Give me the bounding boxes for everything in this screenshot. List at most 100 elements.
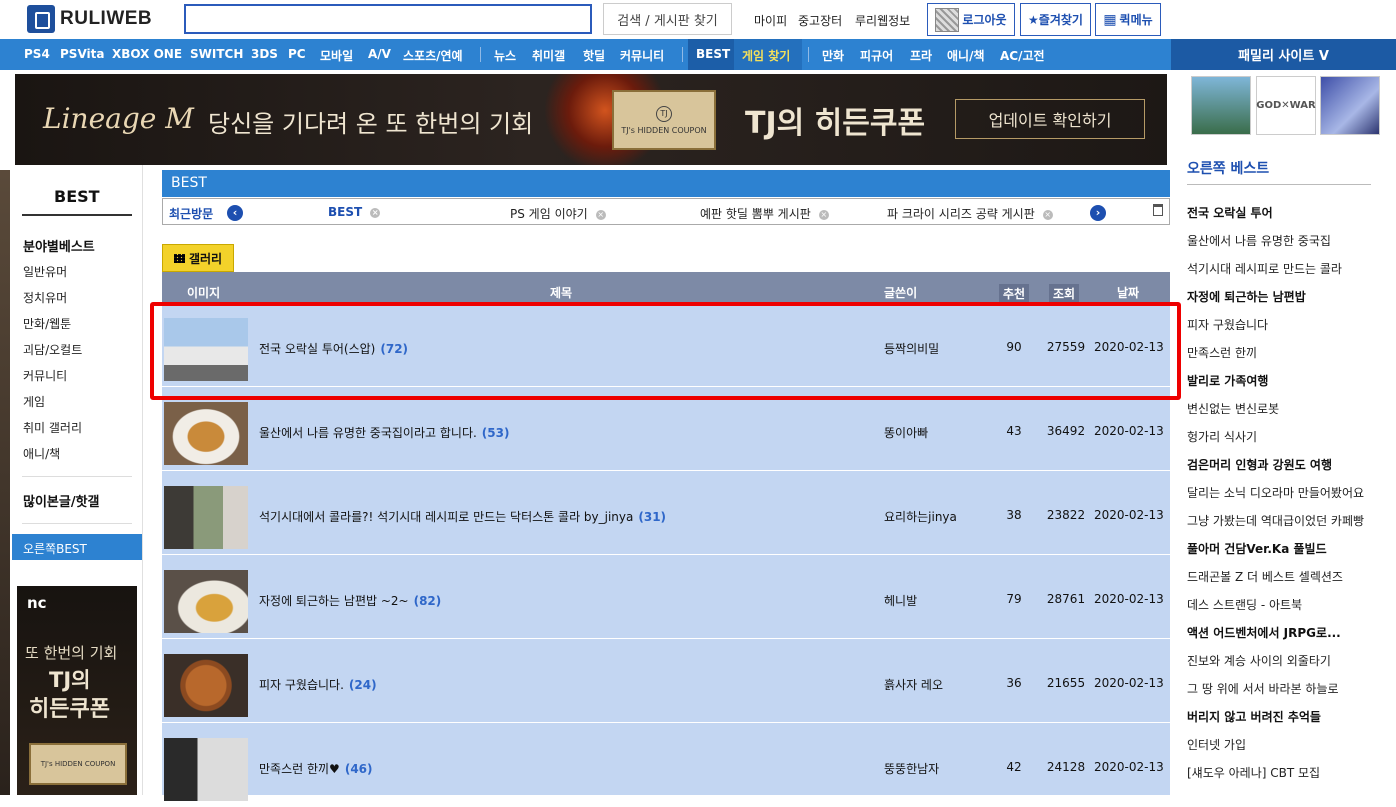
right-best-item[interactable]: 진보와 계승 사이의 외줄타기: [1187, 652, 1331, 669]
market-link[interactable]: 중고장터: [798, 12, 842, 29]
nav-best[interactable]: BEST: [696, 47, 730, 61]
right-best-item[interactable]: 변신없는 변신로봇: [1187, 400, 1279, 417]
search-button[interactable]: 검색 / 게시판 찾기: [603, 3, 732, 35]
col-recommend[interactable]: 추천: [999, 284, 1030, 303]
family-site-button[interactable]: 패밀리 사이트 V: [1171, 39, 1396, 70]
quickmenu-button[interactable]: ▦ 퀵메뉴: [1095, 3, 1161, 36]
next-arrow-icon[interactable]: ›: [1090, 205, 1106, 221]
right-best-item[interactable]: 달리는 소닉 디오라마 만들어봤어요: [1187, 484, 1364, 501]
recent-tab[interactable]: PS 게임 이야기 ×: [510, 205, 606, 222]
close-icon[interactable]: ×: [595, 210, 606, 220]
close-icon[interactable]: ×: [370, 208, 381, 218]
search-input[interactable]: [184, 4, 592, 34]
right-best-item[interactable]: 액션 어드벤처에서 JRPG로...: [1187, 624, 1341, 641]
farcry-thumbnail[interactable]: [1191, 76, 1251, 135]
right-best-item[interactable]: 울산에서 나름 유명한 중국집: [1187, 232, 1331, 249]
recent-tab[interactable]: BEST ×: [328, 205, 381, 219]
nav-game-search[interactable]: 게임 찾기: [742, 47, 790, 64]
sidebar-item-community[interactable]: 커뮤니티: [23, 367, 67, 384]
prev-arrow-icon[interactable]: ‹: [227, 205, 243, 221]
table-row[interactable]: 자정에 퇴근하는 남편밥 ~2~ (82) 헤니발 79 28761 2020-0…: [162, 556, 1170, 639]
table-row[interactable]: 울산에서 나름 유명한 중국집이라고 합니다. (53) 똥이아빠 43 3649…: [162, 388, 1170, 471]
nav-pc[interactable]: PC: [288, 47, 306, 61]
nav-news[interactable]: 뉴스: [494, 47, 516, 64]
right-best-item[interactable]: 피자 구웠습니다: [1187, 316, 1268, 333]
post-title[interactable]: 피자 구웠습니다. (24): [259, 676, 377, 693]
bookmark-button[interactable]: ★즐겨찾기: [1020, 3, 1091, 36]
post-thumbnail[interactable]: [164, 486, 248, 549]
sidebar-item-anime[interactable]: 애니/책: [23, 445, 60, 462]
post-author[interactable]: 흙사자 레오: [884, 676, 943, 693]
nav-mobile[interactable]: 모바일: [320, 47, 353, 64]
right-best-item[interactable]: 데스 스트랜딩 - 아트북: [1187, 596, 1302, 613]
nav-community[interactable]: 커뮤니티: [620, 47, 664, 64]
sidebar-section-category[interactable]: 분야별베스트: [23, 236, 95, 255]
right-best-item[interactable]: 검은머리 인형과 강원도 여행: [1187, 456, 1332, 473]
nav-psvita[interactable]: PSVita: [60, 47, 104, 61]
right-best-item[interactable]: 그 땅 위에 서서 바라본 하늘로: [1187, 680, 1339, 697]
nav-sports[interactable]: 스포츠/연예: [403, 47, 463, 64]
game-thumbnail[interactable]: [1320, 76, 1380, 135]
sidebar-item-hobby[interactable]: 취미 갤러리: [23, 419, 82, 436]
post-author[interactable]: 헤니발: [884, 592, 917, 609]
banner-update-button[interactable]: 업데이트 확인하기: [955, 99, 1145, 139]
mypi-link[interactable]: 마이피: [754, 12, 787, 29]
gallery-tab[interactable]: 갤러리: [162, 244, 234, 272]
nav-switch[interactable]: SWITCH: [190, 47, 243, 61]
nav-figure[interactable]: 피규어: [860, 47, 893, 64]
post-thumbnail[interactable]: [164, 738, 248, 801]
nav-plamo[interactable]: 프라: [910, 47, 932, 64]
table-row[interactable]: 피자 구웠습니다. (24) 흙사자 레오 36 21655 2020-02-13: [162, 640, 1170, 723]
nav-av[interactable]: A/V: [368, 47, 391, 61]
logout-button[interactable]: 로그아웃: [927, 3, 1015, 36]
right-best-item[interactable]: [섀도우 아레나] CBT 모집: [1187, 764, 1320, 781]
post-thumbnail[interactable]: [164, 570, 248, 633]
nav-anime[interactable]: 애니/책: [947, 47, 985, 64]
right-best-item[interactable]: 버리지 않고 버려진 추억들: [1187, 708, 1321, 725]
nav-xbox[interactable]: XBOX ONE: [112, 47, 182, 61]
nav-hobby[interactable]: 취미갤: [532, 47, 565, 64]
sidebar-item-manga[interactable]: 만화/웹툰: [23, 315, 71, 332]
godofwar-thumbnail[interactable]: GOD✕WAR: [1256, 76, 1316, 135]
right-best-item[interactable]: 풀아머 건담Ver.Ka 풀빌드: [1187, 540, 1327, 557]
sidebar-item-right-best[interactable]: 오른쪽BEST: [12, 534, 142, 560]
right-best-item[interactable]: 헝가리 식사기: [1187, 428, 1257, 445]
nav-manga[interactable]: 만화: [822, 47, 844, 64]
close-icon[interactable]: ×: [1042, 210, 1053, 220]
left-ad-banner[interactable]: nc 또 한번의 기회 TJ의 히든쿠폰 TJ's HIDDEN COUPON: [17, 586, 137, 795]
post-title[interactable]: 만족스런 한끼♥ (46): [259, 760, 373, 777]
sidebar-section-popular[interactable]: 많이본글/핫갤: [23, 491, 100, 510]
table-row[interactable]: 석기시대에서 콜라를?! 석기시대 레시피로 만드는 닥터스톤 콜라 by_ji…: [162, 472, 1170, 555]
post-title[interactable]: 울산에서 나름 유명한 중국집이라고 합니다. (53): [259, 424, 509, 441]
nav-3ds[interactable]: 3DS: [251, 47, 278, 61]
top-banner-ad[interactable]: Lineage M 당신을 기다려 온 또 한번의 기회 TJ TJ's HID…: [15, 74, 1167, 165]
ruliweb-info-link[interactable]: 루리웹정보: [855, 12, 910, 29]
sidebar-item-politics[interactable]: 정치유머: [23, 289, 67, 306]
sidebar-item-occult[interactable]: 괴담/오컬트: [23, 341, 82, 358]
post-author[interactable]: 뚱뚱한남자: [884, 760, 939, 777]
right-best-item[interactable]: 전국 오락실 투어: [1187, 204, 1273, 221]
right-best-item[interactable]: 드래곤볼 Z 더 베스트 셀렉션즈: [1187, 568, 1343, 585]
sidebar-item-humor[interactable]: 일반유머: [23, 263, 67, 280]
right-best-item[interactable]: 인터넷 가입: [1187, 736, 1246, 753]
close-icon[interactable]: ×: [818, 210, 829, 220]
post-author[interactable]: 요리하는jinya: [884, 508, 957, 525]
post-author[interactable]: 똥이아빠: [884, 424, 928, 441]
ruliweb-logo[interactable]: RULIWEB: [27, 4, 152, 34]
right-best-item[interactable]: 발리로 가족여행: [1187, 372, 1268, 389]
recent-tab[interactable]: 파 크라이 시리즈 공략 게시판 ×: [887, 205, 1053, 222]
nav-hotdeal[interactable]: 핫딜: [583, 47, 605, 64]
nav-ac[interactable]: AC/고전: [1000, 47, 1045, 64]
right-best-item[interactable]: 그냥 가봤는데 역대급이었던 카페빵: [1187, 512, 1364, 529]
col-views[interactable]: 조회: [1049, 284, 1080, 303]
sidebar-item-game[interactable]: 게임: [23, 393, 45, 410]
recent-tab[interactable]: 예판 핫딜 뽐뿌 게시판 ×: [700, 205, 829, 222]
post-title[interactable]: 석기시대에서 콜라를?! 석기시대 레시피로 만드는 닥터스톤 콜라 by_ji…: [259, 508, 666, 525]
right-best-item[interactable]: 자정에 퇴근하는 남편밥: [1187, 288, 1306, 305]
trash-icon[interactable]: [1153, 204, 1163, 216]
nav-ps4[interactable]: PS4: [24, 47, 50, 61]
post-title[interactable]: 자정에 퇴근하는 남편밥 ~2~ (82): [259, 592, 441, 609]
right-best-item[interactable]: 석기시대 레시피로 만드는 콜라: [1187, 260, 1342, 277]
right-best-item[interactable]: 만족스런 한끼: [1187, 344, 1257, 361]
post-thumbnail[interactable]: [164, 402, 248, 465]
